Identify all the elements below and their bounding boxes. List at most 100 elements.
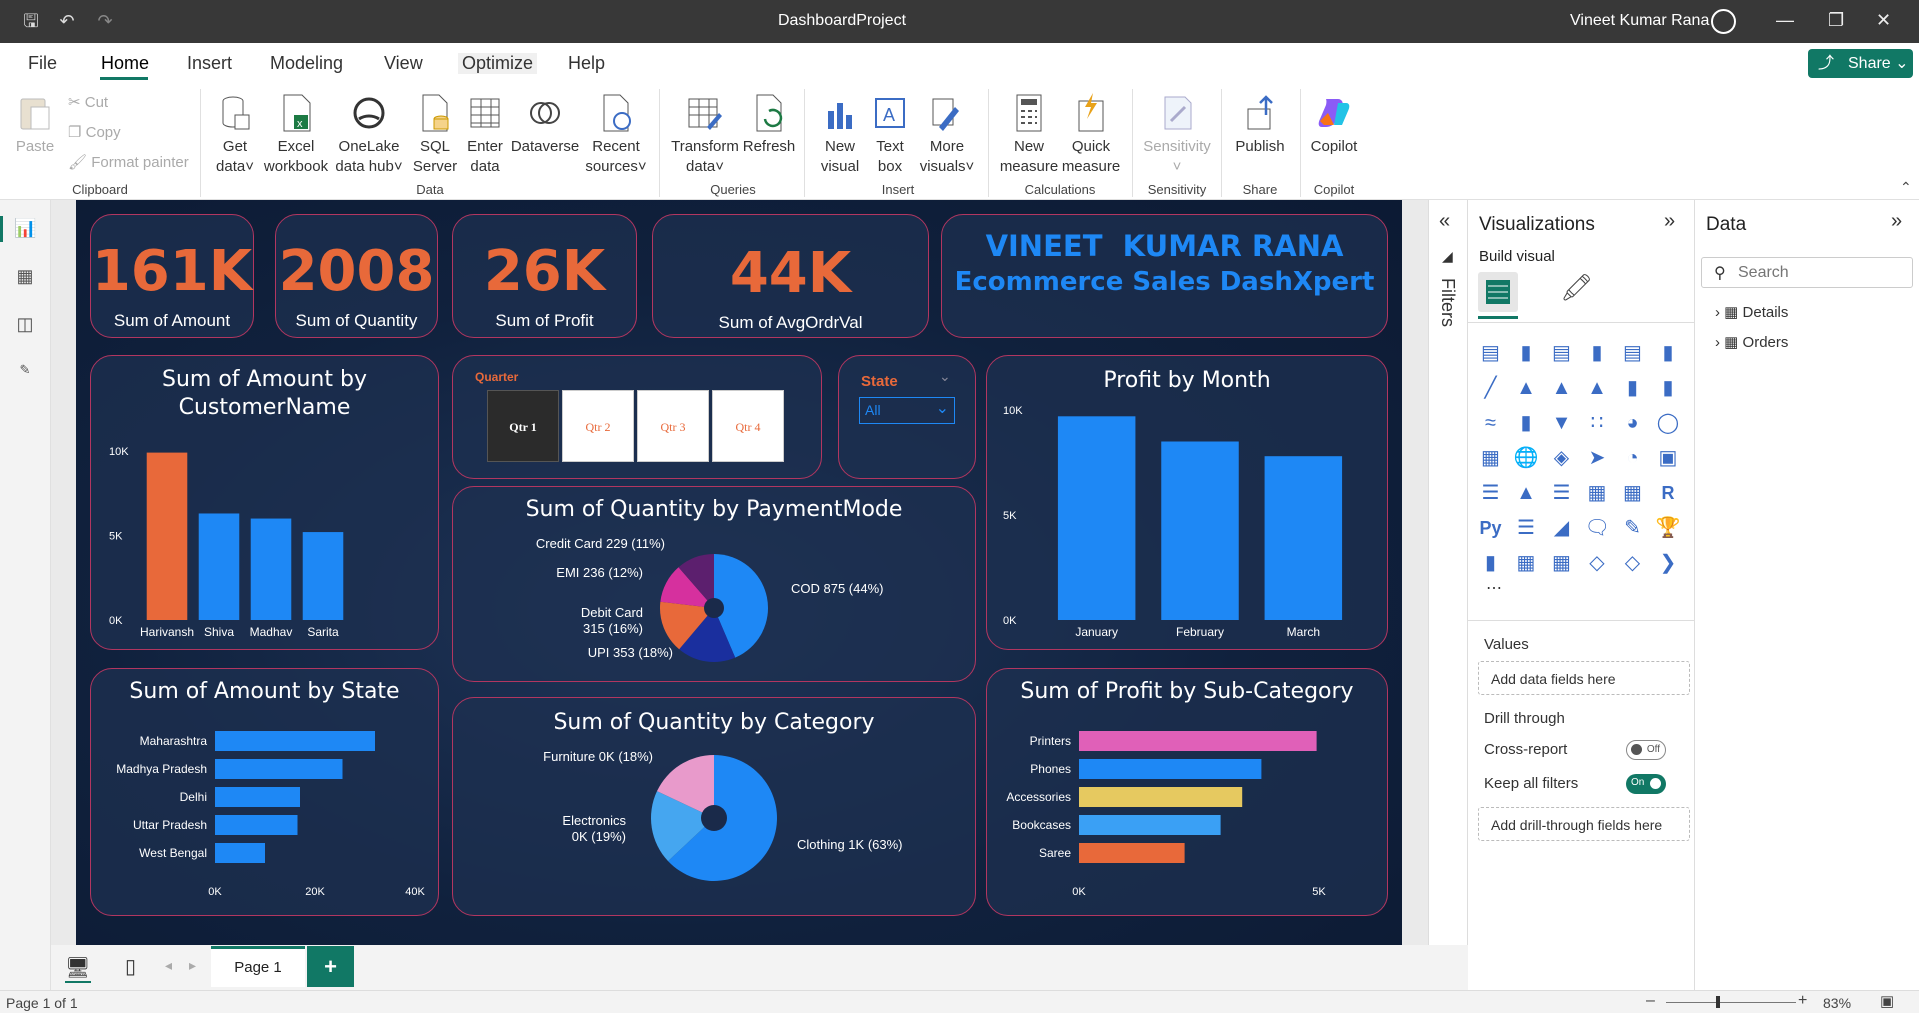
pie-chart-icon[interactable]: ◕: [1620, 411, 1645, 436]
donut-chart-icon[interactable]: ◯: [1656, 411, 1681, 436]
line-chart-icon[interactable]: ╱: [1478, 376, 1503, 401]
build-visual-tab[interactable]: [1478, 272, 1518, 312]
kpi-card-profit[interactable]: 26K Sum of Profit: [452, 214, 637, 338]
filters-pane[interactable]: « ◢ Filters: [1428, 200, 1468, 945]
format-visual-tab[interactable]: 🖍: [1560, 272, 1600, 312]
paste-button[interactable]: Paste: [15, 93, 55, 157]
drill-through-drop-field[interactable]: Add drill-through fields here: [1478, 807, 1690, 841]
decomposition-tree-icon[interactable]: ◢: [1549, 516, 1574, 541]
menu-help[interactable]: Help: [568, 53, 605, 74]
kpi-card-amount[interactable]: 161K Sum of Amount: [90, 214, 254, 338]
search-input[interactable]: [1738, 262, 1908, 284]
collapse-data-icon[interactable]: »: [1891, 210, 1902, 233]
report-view-icon[interactable]: 📊: [14, 218, 36, 240]
next-page-icon[interactable]: ▸: [189, 957, 196, 974]
waterfall-chart-icon[interactable]: ▮: [1514, 411, 1539, 436]
quantity-by-paymentmode-chart[interactable]: Sum of Quantity by PaymentMode COD 875 (…: [452, 486, 976, 682]
clustered-bar-chart-icon[interactable]: ▤: [1549, 341, 1574, 366]
r-visual-icon[interactable]: R: [1656, 481, 1681, 506]
cut-button[interactable]: ✂ Cut: [68, 93, 108, 111]
stacked-area-chart-icon[interactable]: ▲: [1549, 376, 1574, 401]
more-visuals-button[interactable]: More visuals˅: [918, 93, 976, 177]
recent-sources-button[interactable]: Recent sources˅: [584, 93, 648, 177]
expand-filters-icon[interactable]: «: [1439, 210, 1450, 233]
user-name[interactable]: Vineet Kumar Rana: [1570, 12, 1709, 30]
new-slicer-icon[interactable]: ◇: [1620, 551, 1645, 576]
100-stacked-column-chart-icon[interactable]: ▮: [1656, 341, 1681, 366]
avatar[interactable]: [1711, 9, 1736, 34]
enter-data-button[interactable]: Enter data: [462, 93, 508, 177]
funnel-chart-icon[interactable]: ▼: [1549, 411, 1574, 436]
line-stacked-column-chart-icon[interactable]: ▮: [1656, 376, 1681, 401]
python-visual-icon[interactable]: Py: [1478, 516, 1503, 541]
onelake-data-hub-button[interactable]: OneLake data hub˅: [332, 93, 406, 177]
card-icon[interactable]: ▣: [1656, 446, 1681, 471]
kpi-card-quantity[interactable]: 2008 Sum of Quantity: [275, 214, 438, 338]
kpi-card-avg-order-value[interactable]: 44K Sum of AvgOrdrVal: [652, 214, 929, 338]
state-slicer[interactable]: State ⌄ All ⌄: [838, 355, 976, 479]
table-icon[interactable]: ▦: [1585, 481, 1610, 506]
filled-map-icon[interactable]: ◈: [1549, 446, 1574, 471]
refresh-button[interactable]: Refresh: [742, 93, 796, 157]
copy-button[interactable]: ❐ Copy: [68, 123, 121, 141]
restore-icon[interactable]: ❐: [1828, 10, 1844, 31]
excel-workbook-button[interactable]: x Excel workbook: [262, 93, 330, 177]
quarter-slicer[interactable]: Quarter Qtr 1 Qtr 2 Qtr 3 Qtr 4: [452, 355, 822, 479]
map-icon[interactable]: 🌐: [1514, 446, 1539, 471]
stacked-column-chart-icon[interactable]: ▮: [1514, 341, 1539, 366]
ribbon-chart-icon[interactable]: ≈: [1478, 411, 1503, 436]
quick-measure-button[interactable]: Quick measure: [1060, 93, 1122, 177]
dataverse-button[interactable]: Dataverse: [510, 93, 580, 157]
close-icon[interactable]: ✕: [1876, 10, 1891, 31]
dax-query-icon[interactable]: ✎: [14, 362, 36, 384]
search-box[interactable]: ⚲: [1701, 257, 1913, 288]
menu-file[interactable]: File: [28, 53, 57, 74]
quarter-option-2[interactable]: Qtr 2: [562, 390, 634, 462]
transform-data-button[interactable]: Transform data˅: [668, 93, 742, 177]
profit-by-subcategory-chart[interactable]: Sum of Profit by Sub-Category Printers Ph…: [986, 668, 1388, 916]
format-painter-button[interactable]: 🖌 Format painter: [68, 153, 189, 171]
page-tab-1[interactable]: Page 1: [211, 946, 305, 987]
azure-map-icon[interactable]: ➤: [1585, 446, 1610, 471]
zoom-in-button[interactable]: +: [1798, 992, 1807, 1010]
key-influencers-icon[interactable]: ☰: [1514, 516, 1539, 541]
cross-report-toggle[interactable]: Off: [1626, 740, 1666, 760]
collapse-ribbon-icon[interactable]: ⌃: [1900, 179, 1912, 196]
qa-icon[interactable]: 🗨: [1585, 516, 1610, 541]
gauge-icon[interactable]: ◔: [1620, 446, 1645, 471]
narrative-icon[interactable]: ❯: [1656, 551, 1681, 576]
table-item-orders[interactable]: › ▦ Orders: [1715, 333, 1788, 351]
copilot-button[interactable]: Copilot: [1306, 93, 1362, 157]
zoom-slider[interactable]: [1666, 996, 1796, 1008]
values-drop-field[interactable]: Add data fields here: [1478, 661, 1690, 695]
table-view-icon[interactable]: ▦: [14, 266, 36, 288]
add-page-button[interactable]: +: [307, 946, 354, 987]
get-data-button[interactable]: Get data˅: [210, 93, 260, 177]
menu-home[interactable]: Home: [101, 53, 149, 74]
minimize-icon[interactable]: —: [1776, 10, 1794, 31]
zoom-slider-thumb[interactable]: [1716, 996, 1720, 1008]
previous-page-icon[interactable]: ◂: [165, 957, 172, 974]
new-measure-button[interactable]: New measure: [998, 93, 1060, 177]
100-stacked-area-chart-icon[interactable]: ▲: [1585, 376, 1610, 401]
treemap-icon[interactable]: ▦: [1478, 446, 1503, 471]
amount-by-state-chart[interactable]: Sum of Amount by State Maharashtra Madhya…: [90, 668, 439, 916]
mobile-layout-icon[interactable]: ▯: [125, 954, 136, 979]
quarter-option-3[interactable]: Qtr 3: [637, 390, 709, 462]
multi-row-card-icon[interactable]: ☰: [1478, 481, 1503, 506]
power-apps-icon[interactable]: ▦: [1514, 551, 1539, 576]
metrics-icon[interactable]: ▮: [1478, 551, 1503, 576]
quantity-by-category-chart[interactable]: Sum of Quantity by Category Clothing 1K …: [452, 697, 976, 916]
scatter-chart-icon[interactable]: ∷: [1585, 411, 1610, 436]
desktop-layout-icon[interactable]: 🖥: [65, 955, 90, 980]
line-clustered-column-chart-icon[interactable]: ▮: [1620, 376, 1645, 401]
smart-narrative-icon[interactable]: ✎: [1620, 516, 1645, 541]
profit-by-month-chart[interactable]: Profit by Month 10K 5K 0K January February Ma…: [986, 355, 1388, 650]
zoom-out-button[interactable]: –: [1646, 992, 1655, 1010]
share-button[interactable]: ⤴ Share ⌄: [1808, 49, 1913, 78]
table-item-details[interactable]: › ▦ Details: [1715, 303, 1788, 321]
clustered-column-chart-icon[interactable]: ▮: [1585, 341, 1610, 366]
publish-button[interactable]: Publish: [1230, 93, 1290, 157]
menu-insert[interactable]: Insert: [187, 53, 232, 74]
100-stacked-bar-chart-icon[interactable]: ▤: [1620, 341, 1645, 366]
